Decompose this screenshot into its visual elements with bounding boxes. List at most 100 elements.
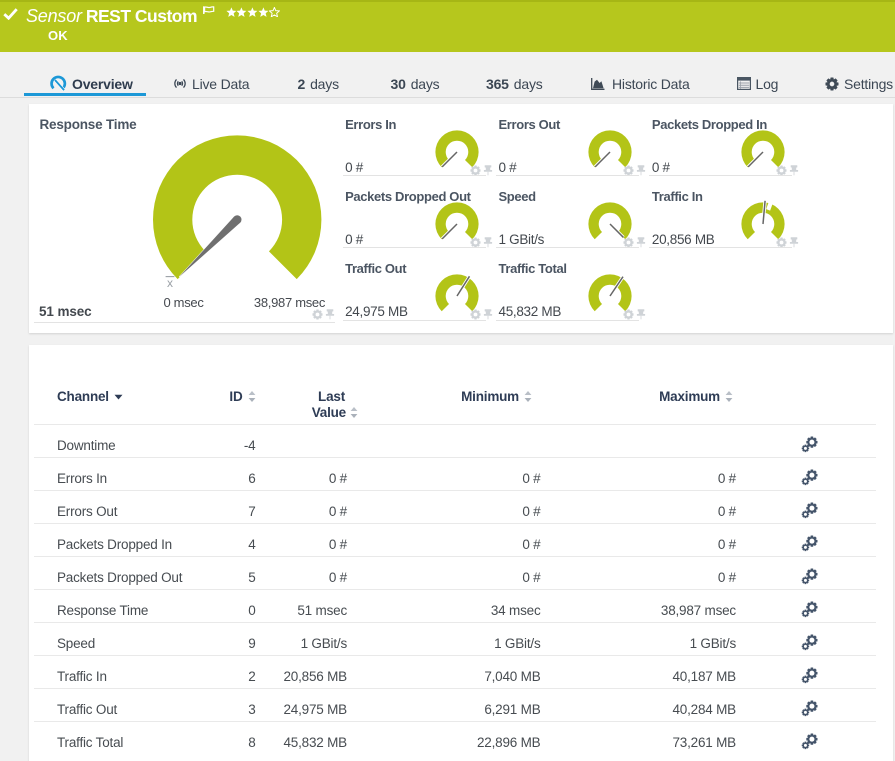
gauge-value: 51 msec <box>39 304 92 319</box>
cell-min: 6,291 MB <box>419 702 541 717</box>
channel-row-traffic-in[interactable]: Traffic In220,856 MB7,040 MB40,187 MB <box>29 655 893 688</box>
cogs-icon[interactable] <box>801 733 819 751</box>
column-header-minimum[interactable]: Minimum <box>461 389 532 404</box>
sort-both-icon[interactable] <box>350 407 358 418</box>
gauge-settings-gear-icon[interactable] <box>776 237 787 248</box>
star-filled-icon[interactable] <box>258 7 269 18</box>
channel-row-traffic-total[interactable]: Traffic Total845,832 MB22,896 MB73,261 M… <box>29 721 893 754</box>
gauge-settings-gear-icon[interactable] <box>470 309 481 320</box>
column-header-maximum[interactable]: Maximum <box>659 389 733 404</box>
channel-row-speed[interactable]: Speed91 GBit/s1 GBit/s1 GBit/s <box>29 622 893 655</box>
sort-both-icon[interactable] <box>524 391 532 402</box>
sort-desc-icon[interactable] <box>114 394 123 400</box>
priority-stars[interactable] <box>226 7 280 18</box>
channel-row-packets-dropped-out[interactable]: Packets Dropped Out50 #0 #0 # <box>29 556 893 589</box>
channel-row-errors-out[interactable]: Errors Out70 #0 #0 # <box>29 490 893 523</box>
gauge-settings-gear-icon[interactable] <box>312 309 323 320</box>
tab-label: Historic Data <box>612 76 690 92</box>
gauge-settings-gear-icon[interactable] <box>623 165 634 176</box>
gauge-icon <box>50 75 67 92</box>
gauge-settings-gear-icon[interactable] <box>776 165 787 176</box>
gauge-settings-gear-icon[interactable] <box>470 165 481 176</box>
check-icon <box>3 8 18 20</box>
cell-min: 7,040 MB <box>419 669 541 684</box>
cogs-icon[interactable] <box>801 469 819 487</box>
cell-max: 0 # <box>589 471 737 486</box>
svg-text:x: x <box>167 276 173 290</box>
cell-id: 2 <box>159 669 256 684</box>
cell-max: 1 GBit/s <box>589 636 737 651</box>
channel-row-errors-in[interactable]: Errors In60 #0 #0 # <box>29 457 893 490</box>
gauge-value: 1 GBit/s <box>498 232 544 247</box>
tab-days-number: 2 <box>298 76 306 92</box>
tab-label: days <box>514 76 543 92</box>
sort-both-icon[interactable] <box>725 391 733 402</box>
cell-id: 4 <box>159 537 256 552</box>
gauge-tile-packets-dropped-in: Packets Dropped In0 # <box>644 104 797 176</box>
cell-max: 0 # <box>589 570 737 585</box>
cogs-icon[interactable] <box>801 700 819 718</box>
gauge-settings-gear-icon[interactable] <box>623 237 634 248</box>
tab-historic-data[interactable]: Historic Data <box>591 68 690 99</box>
cell-min: 1 GBit/s <box>419 636 541 651</box>
header-label: Minimum <box>461 389 519 404</box>
cell-max: 38,987 msec <box>589 603 737 618</box>
gauge-max-label: 38,987 msec <box>254 295 325 310</box>
tab-overview[interactable]: Overview <box>50 68 133 99</box>
tab-label: Live Data <box>192 76 249 92</box>
cell-last: 0 # <box>264 570 348 585</box>
cogs-icon[interactable] <box>801 634 819 652</box>
gauge-settings-gear-icon[interactable] <box>470 237 481 248</box>
gauge-pin-icon[interactable] <box>325 309 335 320</box>
gauge-value: 24,975 MB <box>345 304 408 319</box>
response-time-gauge: x <box>147 129 332 299</box>
cell-id: 3 <box>159 702 256 717</box>
cell-id: 5 <box>159 570 256 585</box>
channel-row-packets-dropped-in[interactable]: Packets Dropped In40 #0 #0 # <box>29 523 893 556</box>
tab-365-days[interactable]: 365days <box>486 68 543 99</box>
column-header-channel[interactable]: Channel <box>57 389 123 404</box>
gauge-pin-icon[interactable] <box>789 165 799 176</box>
gauge-pin-icon[interactable] <box>789 237 799 248</box>
cell-max: 0 # <box>589 537 737 552</box>
header-line-1: Last <box>312 389 345 404</box>
cell-last: 0 # <box>264 471 348 486</box>
cogs-icon[interactable] <box>801 535 819 553</box>
star-filled-icon[interactable] <box>226 7 237 18</box>
gauge-settings-gear-icon[interactable] <box>623 309 634 320</box>
star-filled-icon[interactable] <box>247 7 258 18</box>
star-outline-icon[interactable] <box>269 7 280 18</box>
gauge-value: 0 # <box>652 160 670 175</box>
gauge-pin-icon[interactable] <box>636 309 646 320</box>
tab-label: days <box>411 76 440 92</box>
tab-label: Log <box>756 76 779 92</box>
cell-last: 51 msec <box>264 603 348 618</box>
tab-live-data[interactable]: Live Data <box>173 68 249 99</box>
channel-row-response-time[interactable]: Response Time051 msec34 msec38,987 msec <box>29 589 893 622</box>
tab-bar: OverviewLive Data2days30days365daysHisto… <box>0 52 895 98</box>
sensor-status-header: Sensor REST Custom OK <box>0 0 895 52</box>
tab-log[interactable]: Log <box>737 68 779 99</box>
cogs-icon[interactable] <box>801 502 819 520</box>
header-label: Channel <box>57 389 109 404</box>
cogs-icon[interactable] <box>801 667 819 685</box>
cogs-icon[interactable] <box>801 436 819 454</box>
channel-row-traffic-out[interactable]: Traffic Out324,975 MB6,291 MB40,284 MB <box>29 688 893 721</box>
sensor-name: REST Custom <box>86 6 197 27</box>
tab-30-days[interactable]: 30days <box>391 68 440 99</box>
gauge-tile-packets-dropped-out: Packets Dropped Out0 # <box>338 176 491 248</box>
live-data-icon <box>173 78 187 89</box>
tab-2-days[interactable]: 2days <box>298 68 339 99</box>
channel-row-downtime[interactable]: Downtime-4 <box>29 424 893 457</box>
cell-last: 45,832 MB <box>264 735 348 750</box>
column-header-id[interactable]: ID <box>229 389 255 404</box>
flag-icon[interactable] <box>203 6 215 15</box>
cell-last: 1 GBit/s <box>264 636 348 651</box>
cell-min: 0 # <box>419 471 541 486</box>
cogs-icon[interactable] <box>801 601 819 619</box>
sort-both-icon[interactable] <box>248 391 256 402</box>
tab-settings[interactable]: Settings <box>825 68 893 99</box>
star-filled-icon[interactable] <box>236 7 247 18</box>
cogs-icon[interactable] <box>801 568 819 586</box>
column-header-last-value[interactable]: LastValue <box>312 389 358 420</box>
